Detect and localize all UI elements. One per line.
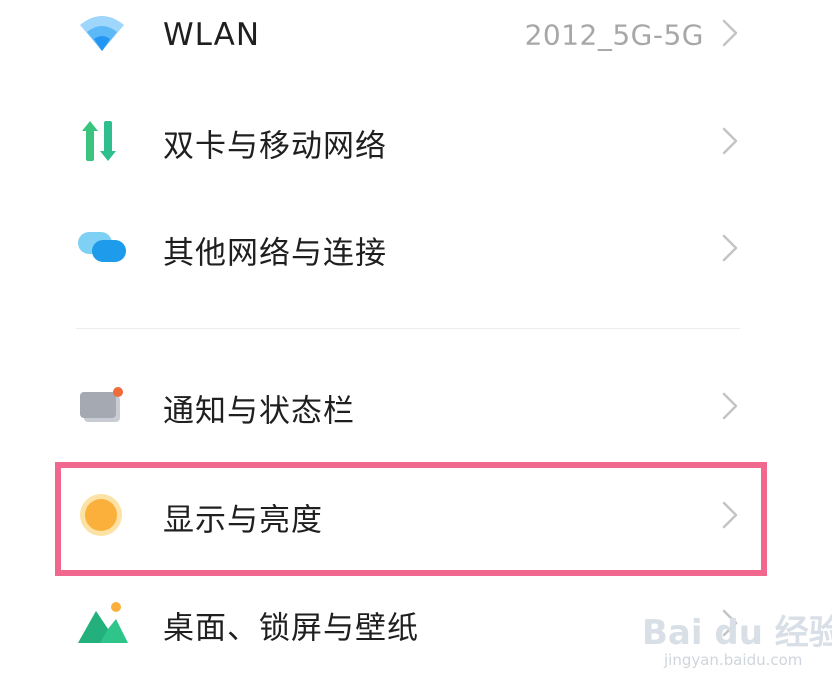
settings-item-other-networks[interactable]: 其他网络与连接 xyxy=(0,205,832,295)
watermark-brand: Bai du 经验 xyxy=(642,613,832,653)
settings-item-label: 桌面、锁屏与壁纸 xyxy=(163,610,419,647)
chevron-right-icon xyxy=(720,18,740,52)
wlan-network-name: 2012_5G-5G xyxy=(524,18,704,52)
settings-item-notifications[interactable]: 通知与状态栏 xyxy=(0,363,832,453)
chevron-right-icon xyxy=(720,233,740,267)
settings-item-label: 通知与状态栏 xyxy=(163,393,355,430)
notification-icon xyxy=(78,386,126,430)
connections-icon xyxy=(78,230,128,270)
wallpaper-icon xyxy=(78,601,128,649)
mobile-network-icon xyxy=(78,119,126,167)
settings-item-label: 双卡与移动网络 xyxy=(163,128,387,165)
settings-item-wlan[interactable]: WLAN 2012_5G-5G xyxy=(0,0,832,80)
watermark-url: jingyan.baidu.com xyxy=(664,651,803,669)
highlight-box xyxy=(55,462,767,576)
baidu-watermark: Bai du 经验 jingyan.baidu.com xyxy=(634,603,832,673)
settings-item-label: 其他网络与连接 xyxy=(163,235,387,272)
settings-item-dual-sim[interactable]: 双卡与移动网络 xyxy=(0,98,832,188)
chevron-right-icon xyxy=(720,126,740,160)
wifi-icon xyxy=(78,13,126,57)
settings-item-label: WLAN xyxy=(163,17,261,53)
section-divider xyxy=(76,328,740,329)
chevron-right-icon xyxy=(720,391,740,425)
